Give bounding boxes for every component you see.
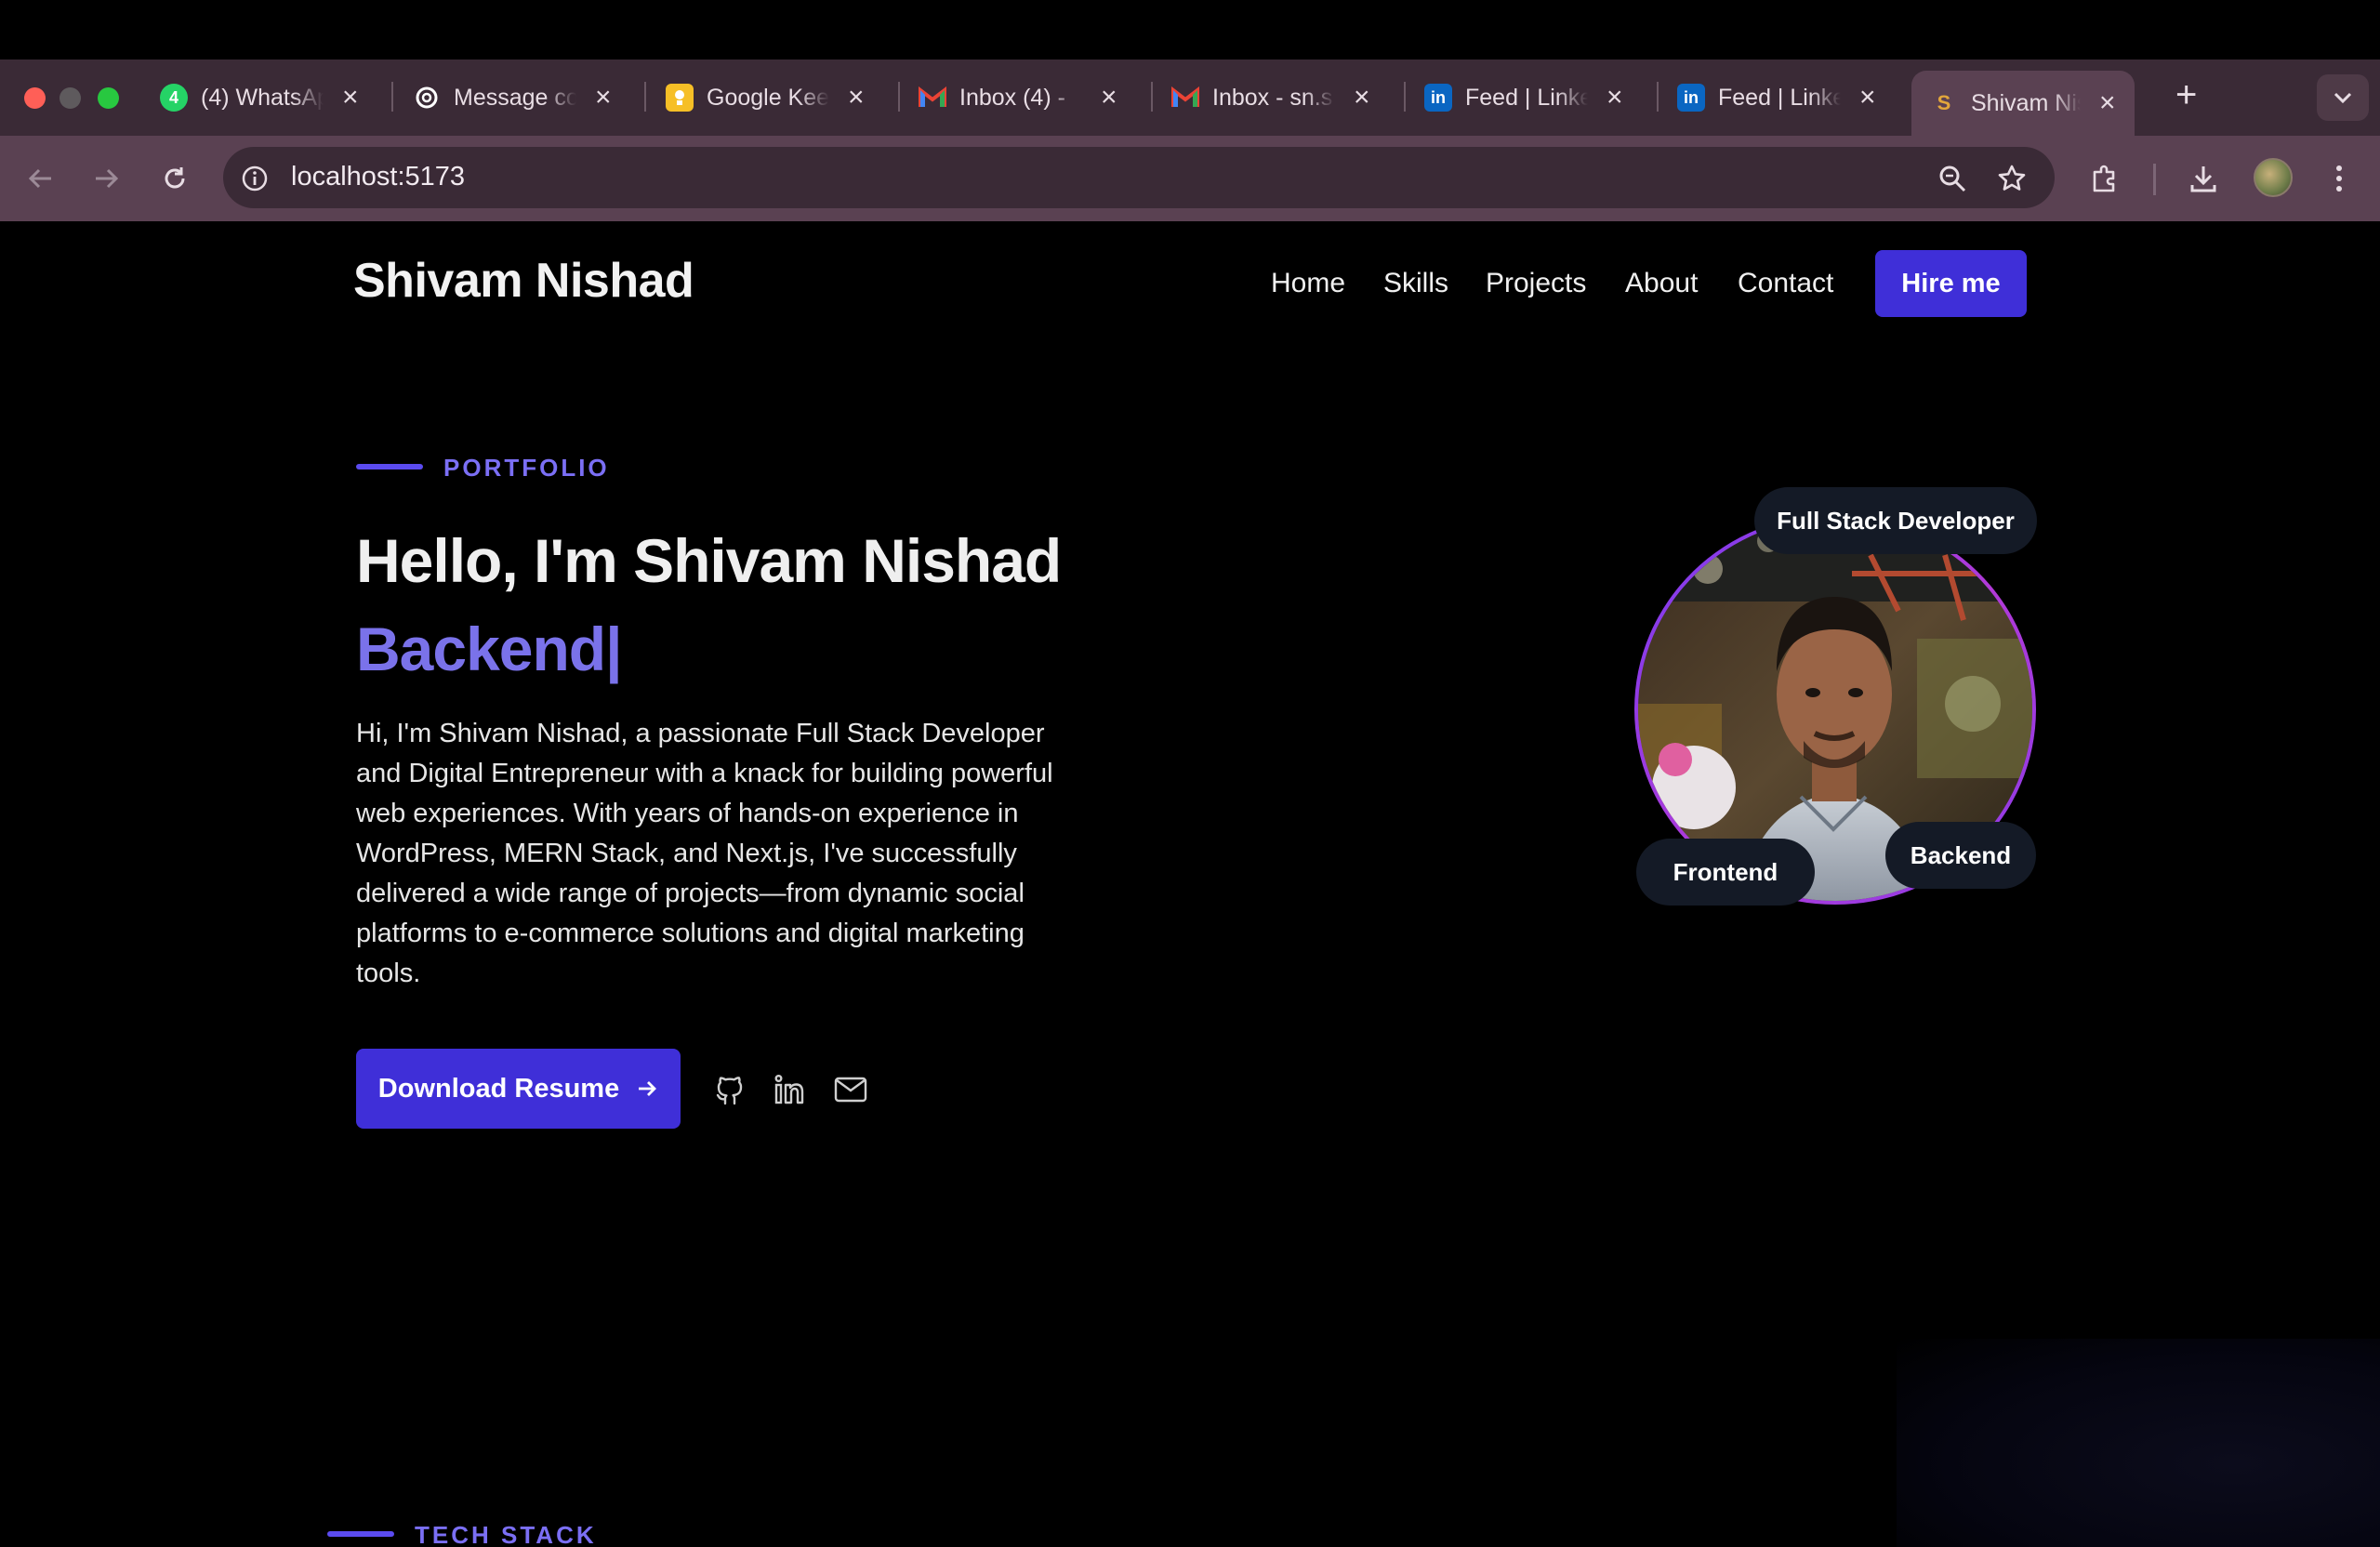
zoom-button[interactable] [1934, 160, 1971, 197]
download-icon [2190, 166, 2216, 192]
whatsapp-icon: 4 [160, 84, 188, 112]
tab-title: Message copy [454, 84, 576, 111]
hero-eyebrow: PORTFOLIO [443, 454, 610, 482]
browser-tab-active[interactable]: S Shivam Nis × [1911, 71, 2135, 136]
tab-title: Shivam Nis [1971, 89, 2081, 116]
linkedin-icon: in [1677, 84, 1705, 112]
chatgpt-icon [413, 84, 441, 112]
address-text[interactable]: localhost:5173 [291, 162, 465, 192]
tech-stack-eyebrow: TECH STACK [415, 1521, 597, 1547]
hero-description: Hi, I'm Shivam Nishad, a passionate Full… [356, 719, 1053, 988]
forward-button[interactable] [87, 160, 125, 197]
arrow-right-icon [639, 1081, 657, 1096]
close-tab-icon[interactable]: × [595, 84, 612, 112]
browser-tab[interactable]: in Feed | Linke × [1424, 74, 1623, 121]
hire-me-button[interactable]: Hire me [1875, 250, 2027, 317]
browser-tab[interactable]: Inbox (4) - × [919, 74, 1117, 121]
extensions-button[interactable] [2086, 160, 2123, 197]
linkedin-icon: in [1424, 84, 1452, 112]
mail-icon [834, 1077, 867, 1103]
star-icon [1998, 165, 2026, 191]
browser-tab[interactable]: 4 (4) WhatsApp × [160, 74, 359, 121]
email-link[interactable] [832, 1071, 869, 1108]
site-info-icon[interactable] [240, 164, 270, 193]
google-keep-icon [666, 84, 694, 112]
arrow-right-icon [96, 168, 119, 189]
badge-full-stack: Full Stack Developer [1754, 487, 2037, 554]
profile-avatar[interactable] [2254, 158, 2293, 197]
close-window-button[interactable] [24, 87, 46, 109]
reload-icon [165, 167, 185, 189]
nav-projects[interactable]: Projects [1486, 268, 1586, 299]
tab-title: Inbox - sn.s [1212, 84, 1333, 111]
tab-search-button[interactable] [2317, 74, 2369, 121]
nav-about[interactable]: About [1625, 268, 1698, 299]
address-bar[interactable] [223, 147, 2055, 208]
background-glow [1897, 1339, 2380, 1547]
toolbar-divider [2153, 164, 2156, 195]
nav-skills[interactable]: Skills [1383, 268, 1448, 299]
tab-separator [1657, 82, 1659, 112]
close-tab-icon[interactable]: × [2099, 89, 2116, 117]
browser-tab[interactable]: Message copy × [413, 74, 612, 121]
eyebrow-line [327, 1531, 394, 1537]
os-top-bar [0, 0, 2380, 60]
close-tab-icon[interactable]: × [1101, 84, 1117, 112]
tab-separator [1404, 82, 1406, 112]
tab-separator [644, 82, 646, 112]
browser-tab[interactable]: in Feed | Linke × [1677, 74, 1876, 121]
github-link[interactable] [711, 1071, 748, 1108]
site-brand[interactable]: Shivam Nishad [353, 253, 694, 309]
browser-menu-button[interactable] [2320, 160, 2358, 197]
hero-typed-role: Backend| [356, 615, 623, 683]
browser-tab[interactable]: Google Keep × [666, 74, 865, 121]
download-resume-label: Download Resume [377, 1073, 620, 1104]
arrow-left-icon [28, 168, 51, 189]
new-tab-button[interactable]: + [2175, 76, 2197, 113]
browser-tab[interactable]: Inbox - sn.s × [1171, 74, 1370, 121]
close-tab-icon[interactable]: × [848, 84, 865, 112]
nav-home[interactable]: Home [1271, 268, 1345, 299]
close-tab-icon[interactable]: × [1354, 84, 1370, 112]
maximize-window-button[interactable] [98, 87, 119, 109]
zoom-icon [1939, 165, 1966, 192]
puzzle-icon [2093, 165, 2115, 192]
badge-backend: Backend [1885, 822, 2036, 889]
hero-title: Hello, I'm Shivam Nishad [356, 526, 1062, 595]
tab-title: Feed | Linke [1465, 84, 1588, 111]
bookmark-button[interactable] [1993, 160, 2030, 197]
nav-contact[interactable]: Contact [1738, 268, 1833, 299]
tab-separator [391, 82, 393, 112]
tab-title: Inbox (4) - [959, 84, 1065, 111]
badge-frontend: Frontend [1636, 839, 1815, 906]
github-icon [716, 1077, 743, 1105]
tab-separator [1151, 82, 1153, 112]
back-button[interactable] [22, 160, 60, 197]
tab-title: (4) WhatsApp [201, 84, 324, 111]
tab-separator [898, 82, 900, 112]
linkedin-link[interactable] [772, 1071, 809, 1108]
gmail-icon [919, 84, 946, 112]
close-tab-icon[interactable]: × [1859, 84, 1876, 112]
minimize-window-button[interactable] [60, 87, 81, 109]
gmail-icon [1171, 84, 1199, 112]
kebab-menu-icon [2336, 165, 2342, 192]
chevron-down-icon [2334, 92, 2352, 104]
reload-button[interactable] [156, 160, 193, 197]
site-favicon: S [1937, 91, 1951, 114]
downloads-button[interactable] [2185, 160, 2222, 197]
eyebrow-line [356, 464, 423, 469]
tab-title: Google Keep [707, 84, 829, 111]
download-resume-button[interactable]: Download Resume [356, 1049, 681, 1129]
close-tab-icon[interactable]: × [342, 84, 359, 112]
close-tab-icon[interactable]: × [1606, 84, 1623, 112]
tab-title: Feed | Linke [1718, 84, 1841, 111]
linkedin-icon [774, 1075, 804, 1104]
